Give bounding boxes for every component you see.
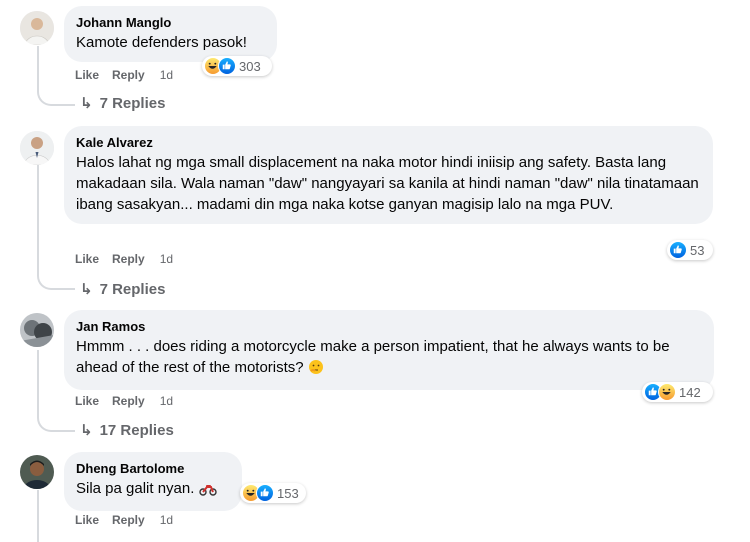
timestamp[interactable]: 1d [160,394,173,408]
thinking-face-icon [308,359,324,381]
view-replies-button[interactable]: ↳ 7 Replies [80,280,166,299]
like-button[interactable]: Like [75,68,99,82]
comment-bubble: Johann Manglo Kamote defenders pasok! [64,6,277,62]
replies-label: 7 Replies [99,94,166,112]
reaction-count: 303 [239,58,261,74]
comment-text: Hmmm . . . does riding a motorcycle make… [76,336,702,381]
like-reaction-icon [669,241,687,259]
reply-arrow-icon: ↳ [80,422,93,439]
timestamp[interactable]: 1d [160,68,173,82]
reply-arrow-icon: ↳ [80,281,93,298]
comment-text: Halos lahat ng mga small displacement na… [76,154,699,213]
timestamp[interactable]: 1d [160,252,173,266]
comment-text: Kamote defenders pasok! [76,34,247,51]
reaction-count: 53 [690,242,705,258]
reply-button[interactable]: Reply [112,68,145,82]
avatar[interactable] [20,11,54,45]
reaction-summary[interactable]: 303 [202,56,272,76]
commenter-name[interactable]: Johann Manglo [76,14,265,31]
comment-bubble: Kale Alvarez Halos lahat ng mga small di… [64,126,713,224]
comment-bubble: Dheng Bartolome Sila pa galit nyan. [64,452,242,511]
like-button[interactable]: Like [75,394,99,408]
reply-connector [37,252,75,290]
commenter-name[interactable]: Jan Ramos [76,318,702,335]
view-replies-button[interactable]: ↳ 17 Replies [80,421,174,440]
avatar[interactable] [20,455,54,489]
comment-bubble: Jan Ramos Hmmm . . . does riding a motor… [64,310,714,390]
comment-text-body: Sila pa galit nyan. [76,480,195,497]
reaction-summary[interactable]: 153 [240,483,306,503]
commenter-name[interactable]: Dheng Bartolome [76,460,230,477]
avatar[interactable] [20,131,54,165]
reaction-count: 153 [277,485,299,501]
reply-arrow-icon: ↳ [80,95,93,112]
like-reaction-icon [256,484,274,502]
comment-actions: Like Reply 1d [75,68,186,82]
comment-actions: Like Reply 1d [75,513,186,527]
view-replies-button[interactable]: ↳ 7 Replies [80,94,166,113]
reply-button[interactable]: Reply [112,394,145,408]
reply-connector [37,394,75,432]
avatar-image [20,455,54,489]
timestamp[interactable]: 1d [160,513,173,527]
reply-button[interactable]: Reply [112,513,145,527]
comment-actions: Like Reply 1d [75,394,186,408]
reaction-summary[interactable]: 53 [667,240,713,260]
like-button[interactable]: Like [75,252,99,266]
reaction-count: 142 [679,384,701,400]
avatar[interactable] [20,313,54,347]
motorcycle-icon [198,481,217,502]
reply-connector [37,68,75,106]
commenter-name[interactable]: Kale Alvarez [76,134,701,151]
replies-label: 17 Replies [99,421,174,439]
comment-text-body: Hmmm . . . does riding a motorcycle make… [76,338,670,376]
replies-label: 7 Replies [99,280,166,298]
avatar-image [20,313,54,347]
reply-button[interactable]: Reply [112,252,145,266]
comment-text: Sila pa galit nyan. [76,478,230,502]
avatar-image [20,131,54,165]
like-reaction-icon [218,57,236,75]
comment-actions: Like Reply 1d [75,252,186,266]
thread-line [37,490,39,542]
like-button[interactable]: Like [75,513,99,527]
avatar-image [20,11,54,45]
haha-reaction-icon [658,383,676,401]
reaction-summary[interactable]: 142 [642,382,713,402]
